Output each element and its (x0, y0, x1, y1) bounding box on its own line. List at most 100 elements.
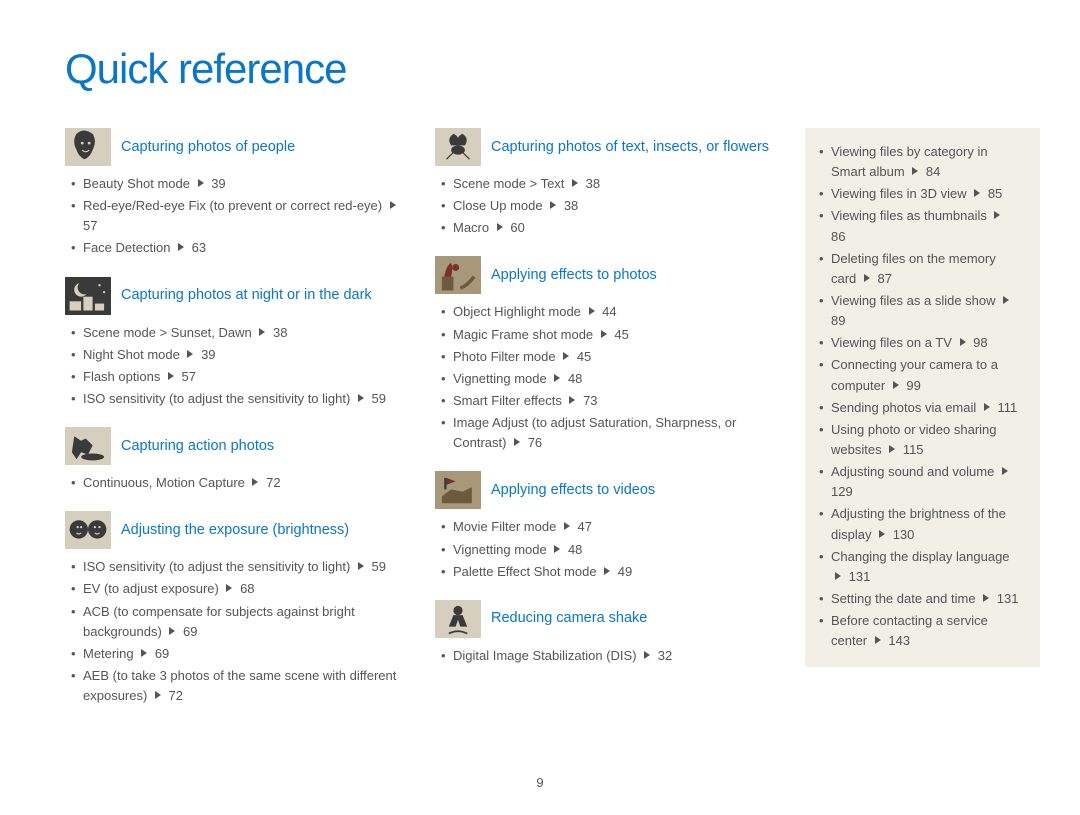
triangle-icon (974, 189, 980, 197)
sidebar-item[interactable]: Setting the date and time 131 (819, 589, 1022, 609)
list-item[interactable]: Beauty Shot mode 39 (71, 174, 407, 194)
item-text: EV (to adjust exposure) (83, 581, 222, 596)
sidebar-item[interactable]: Adjusting sound and volume 129 (819, 462, 1022, 502)
item-text: Viewing files as a slide show (831, 293, 999, 308)
list-item[interactable]: Smart Filter effects 73 (441, 391, 777, 411)
triangle-icon (563, 352, 569, 360)
triangle-icon (889, 445, 895, 453)
item-text: Image Adjust (to adjust Saturation, Shar… (453, 415, 736, 450)
list-item[interactable]: Flash options 57 (71, 367, 407, 387)
sidebar-item[interactable]: Sending photos via email 111 (819, 398, 1022, 418)
item-text: Photo Filter mode (453, 349, 559, 364)
item-page: 129 (831, 484, 853, 499)
triangle-icon (912, 167, 918, 175)
item-page: 45 (611, 327, 629, 342)
sidebar-item[interactable]: Deleting files on the memory card 87 (819, 249, 1022, 289)
section-list: Continuous, Motion Capture 72 (65, 473, 407, 493)
item-text: Flash options (83, 369, 164, 384)
column-3: Viewing files by category in Smart album… (805, 128, 1040, 724)
item-page: 38 (560, 198, 578, 213)
list-item[interactable]: Image Adjust (to adjust Saturation, Shar… (441, 413, 777, 453)
item-text: Object Highlight mode (453, 304, 585, 319)
item-text: Palette Effect Shot mode (453, 564, 600, 579)
section-header: Reducing camera shake (435, 600, 777, 638)
list-item[interactable]: Scene mode > Text 38 (441, 174, 777, 194)
triangle-icon (390, 201, 396, 209)
list-item[interactable]: ACB (to compensate for subjects against … (71, 602, 407, 642)
item-page: 69 (179, 624, 197, 639)
sidebar-item[interactable]: Viewing files as a slide show 89 (819, 291, 1022, 331)
item-text: ISO sensitivity (to adjust the sensitivi… (83, 391, 354, 406)
triangle-icon (226, 584, 232, 592)
sidebar-item[interactable]: Using photo or video sharing websites 11… (819, 420, 1022, 460)
section-title: Capturing photos of text, insects, or fl… (491, 138, 769, 157)
list-item[interactable]: Metering 69 (71, 644, 407, 664)
item-text: Viewing files in 3D view (831, 186, 970, 201)
triangle-icon (514, 438, 520, 446)
list-item[interactable]: Close Up mode 38 (441, 196, 777, 216)
item-page: 85 (984, 186, 1002, 201)
item-text: Macro (453, 220, 493, 235)
list-item[interactable]: Night Shot mode 39 (71, 345, 407, 365)
section: Capturing photos at night or in the dark… (65, 277, 407, 410)
exposure-icon (65, 511, 111, 549)
triangle-icon (155, 691, 161, 699)
item-page: 72 (165, 688, 183, 703)
section-title: Capturing action photos (121, 437, 274, 456)
item-text: Adjusting the brightness of the display (831, 506, 1006, 541)
list-item[interactable]: EV (to adjust exposure) 68 (71, 579, 407, 599)
list-item[interactable]: Photo Filter mode 45 (441, 347, 777, 367)
sidebar-item[interactable]: Viewing files in 3D view 85 (819, 184, 1022, 204)
triangle-icon (169, 627, 175, 635)
triangle-icon (569, 396, 575, 404)
triangle-icon (554, 545, 560, 553)
list-item[interactable]: ISO sensitivity (to adjust the sensitivi… (71, 389, 407, 409)
item-page: 32 (654, 648, 672, 663)
list-item[interactable]: Vignetting mode 48 (441, 369, 777, 389)
item-text: AEB (to take 3 photos of the same scene … (83, 668, 396, 703)
item-page: 39 (197, 347, 215, 362)
triangle-icon (187, 350, 193, 358)
sidebar-item[interactable]: Before contacting a service center 143 (819, 611, 1022, 651)
list-item[interactable]: Continuous, Motion Capture 72 (71, 473, 407, 493)
column-1: Capturing photos of peopleBeauty Shot mo… (65, 128, 407, 724)
sidebar-item[interactable]: Viewing files on a TV 98 (819, 333, 1022, 353)
list-item[interactable]: ISO sensitivity (to adjust the sensitivi… (71, 557, 407, 577)
list-item[interactable]: Digital Image Stabilization (DIS) 32 (441, 646, 777, 666)
item-text: Setting the date and time (831, 591, 979, 606)
item-page: 84 (922, 164, 940, 179)
content-columns: Capturing photos of peopleBeauty Shot mo… (65, 128, 1040, 724)
list-item[interactable]: Face Detection 63 (71, 238, 407, 258)
sidebar-item[interactable]: Viewing files by category in Smart album… (819, 142, 1022, 182)
item-text: Scene mode > Text (453, 176, 568, 191)
item-page: 60 (507, 220, 525, 235)
item-text: Face Detection (83, 240, 174, 255)
list-item[interactable]: Movie Filter mode 47 (441, 517, 777, 537)
sidebar-item[interactable]: Changing the display language 131 (819, 547, 1022, 587)
list-item[interactable]: Palette Effect Shot mode 49 (441, 562, 777, 582)
sidebar-item[interactable]: Connecting your camera to a computer 99 (819, 355, 1022, 395)
item-text: Movie Filter mode (453, 519, 560, 534)
section-header: Applying effects to videos (435, 471, 777, 509)
list-item[interactable]: Red-eye/Red-eye Fix (to prevent or corre… (71, 196, 407, 236)
section-title: Applying effects to photos (491, 266, 657, 285)
sidebar-item[interactable]: Viewing files as thumbnails 86 (819, 206, 1022, 246)
item-page: 48 (564, 542, 582, 557)
item-page: 115 (899, 442, 923, 457)
list-item[interactable]: Vignetting mode 48 (441, 540, 777, 560)
list-item[interactable]: AEB (to take 3 photos of the same scene … (71, 666, 407, 706)
list-item[interactable]: Magic Frame shot mode 45 (441, 325, 777, 345)
list-item[interactable]: Scene mode > Sunset, Dawn 38 (71, 323, 407, 343)
sidebar-item[interactable]: Adjusting the brightness of the display … (819, 504, 1022, 544)
item-text: Close Up mode (453, 198, 546, 213)
list-item[interactable]: Macro 60 (441, 218, 777, 238)
triangle-icon (589, 307, 595, 315)
triangle-icon (984, 403, 990, 411)
column-2: Capturing photos of text, insects, or fl… (435, 128, 777, 724)
triangle-icon (358, 562, 364, 570)
list-item[interactable]: Object Highlight mode 44 (441, 302, 777, 322)
item-page: 131 (845, 569, 870, 584)
triangle-icon (1002, 467, 1008, 475)
item-text: Metering (83, 646, 137, 661)
section-list: Beauty Shot mode 39Red-eye/Red-eye Fix (… (65, 174, 407, 259)
